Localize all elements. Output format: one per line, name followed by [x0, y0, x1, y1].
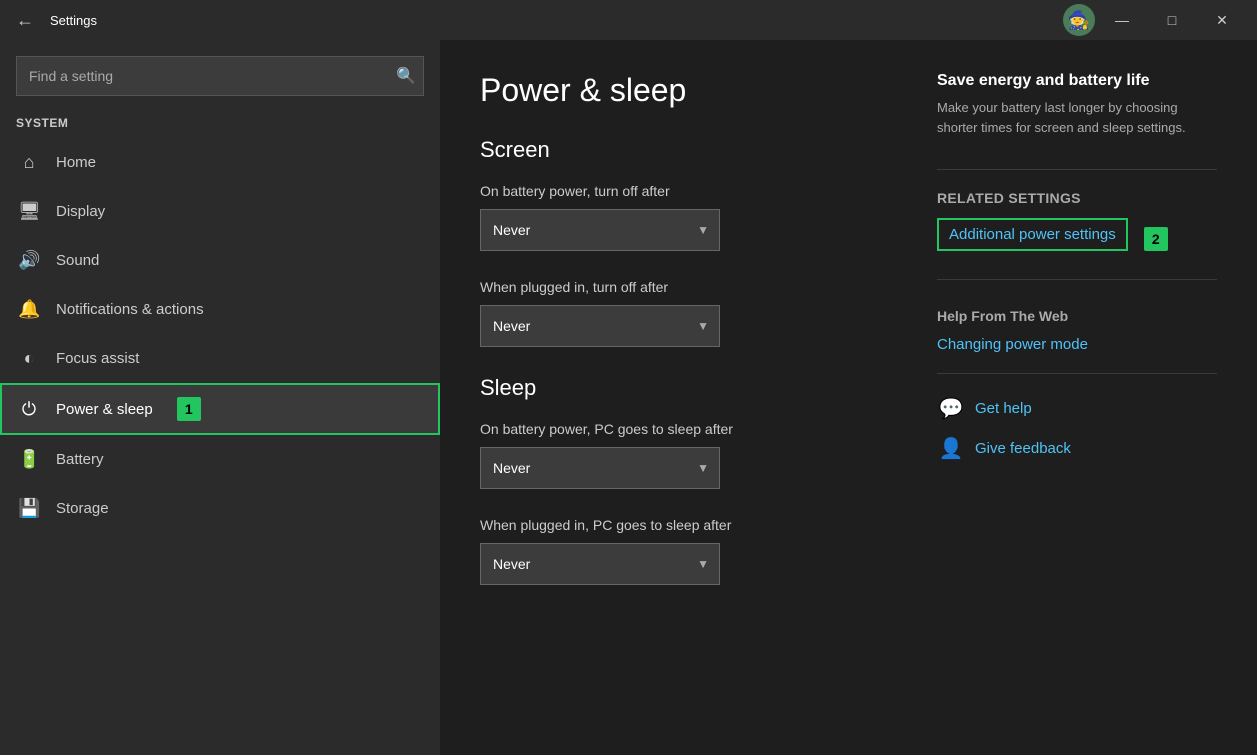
minimize-button[interactable]: — [1099, 0, 1145, 40]
sleep-plugged-dropdown[interactable]: Never 1 minute 5 minutes 10 minutes 15 m… [480, 543, 720, 585]
sidebar-item-sound-label: Sound [56, 252, 99, 269]
get-help-icon: 💬 [937, 394, 965, 422]
help-section: Help from the web Changing power mode [937, 308, 1217, 353]
power-icon: ⏻ [18, 399, 40, 420]
sidebar-section-label: System [0, 104, 440, 138]
info-box: Save energy and battery life Make your b… [937, 72, 1217, 137]
sidebar-item-home-label: Home [56, 154, 96, 171]
sidebar-item-sound[interactable]: 🔊 Sound [0, 236, 440, 285]
changing-power-mode-link[interactable]: Changing power mode [937, 336, 1217, 353]
sleep-battery-dropdown[interactable]: Never 1 minute 5 minutes 10 minutes 15 m… [480, 447, 720, 489]
sidebar-item-storage[interactable]: 💾 Storage [0, 484, 440, 533]
power-annotation-badge: 1 [177, 397, 201, 421]
sidebar-item-notifications-label: Notifications & actions [56, 301, 204, 318]
content-sidebar: Save energy and battery life Make your b… [937, 72, 1217, 723]
search-icon[interactable]: 🔍 [396, 66, 416, 86]
avatar: 🧙 [1063, 4, 1095, 36]
additional-power-settings-link[interactable]: Additional power settings [937, 218, 1128, 251]
screen-section-title: Screen [480, 137, 877, 163]
back-button[interactable]: ← [12, 6, 38, 35]
related-title: Related settings [937, 190, 1217, 206]
sleep-plugged-label: When plugged in, PC goes to sleep after [480, 517, 877, 533]
sleep-section-title: Sleep [480, 375, 877, 401]
give-feedback-link[interactable]: Give feedback [975, 440, 1071, 457]
notifications-icon: 🔔 [18, 299, 40, 320]
screen-plugged-label: When plugged in, turn off after [480, 279, 877, 295]
sidebar: 🔍 System ⌂ Home 🖥 Display 🔊 Sound 🔔 Noti… [0, 40, 440, 755]
sleep-battery-label: On battery power, PC goes to sleep after [480, 421, 877, 437]
sidebar-item-notifications[interactable]: 🔔 Notifications & actions [0, 285, 440, 334]
give-feedback-item[interactable]: 👤 Give feedback [937, 434, 1217, 462]
get-help-link[interactable]: Get help [975, 400, 1032, 417]
sleep-plugged-container: When plugged in, PC goes to sleep after … [480, 517, 877, 585]
sidebar-item-storage-label: Storage [56, 500, 109, 517]
related-settings: Related settings Additional power settin… [937, 190, 1217, 259]
screen-battery-select[interactable]: Never 1 minute 5 minutes 10 minutes 15 m… [481, 210, 719, 250]
get-help-item[interactable]: 💬 Get help [937, 394, 1217, 422]
additional-power-annotation-badge: 2 [1144, 227, 1168, 251]
divider-2 [937, 279, 1217, 280]
screen-battery-label: On battery power, turn off after [480, 183, 877, 199]
titlebar-title: Settings [50, 13, 97, 28]
search-input[interactable] [16, 56, 424, 96]
sidebar-search-container: 🔍 [16, 56, 424, 96]
titlebar-controls: 🧙 — □ ✕ [1063, 0, 1245, 40]
titlebar-left: ← Settings [12, 6, 97, 35]
screen-battery-container: On battery power, turn off after Never 1… [480, 183, 877, 251]
help-title: Help from the web [937, 308, 1217, 324]
sidebar-item-display-label: Display [56, 203, 105, 220]
sidebar-item-focus-label: Focus assist [56, 350, 139, 367]
screen-battery-dropdown[interactable]: Never 1 minute 5 minutes 10 minutes 15 m… [480, 209, 720, 251]
close-button[interactable]: ✕ [1199, 0, 1245, 40]
info-title: Save energy and battery life [937, 72, 1217, 90]
maximize-button[interactable]: □ [1149, 0, 1195, 40]
sleep-battery-container: On battery power, PC goes to sleep after… [480, 421, 877, 489]
sound-icon: 🔊 [18, 250, 40, 271]
sidebar-item-power-label: Power & sleep [56, 401, 153, 418]
sidebar-item-focus[interactable]: ◐ Focus assist [0, 334, 440, 383]
app-body: 🔍 System ⌂ Home 🖥 Display 🔊 Sound 🔔 Noti… [0, 40, 1257, 755]
home-icon: ⌂ [18, 152, 40, 173]
screen-plugged-select[interactable]: Never 1 minute 5 minutes 10 minutes 15 m… [481, 306, 719, 346]
sidebar-item-display[interactable]: 🖥 Display [0, 187, 440, 236]
content-main: Power & sleep Screen On battery power, t… [480, 72, 877, 723]
screen-plugged-container: When plugged in, turn off after Never 1 … [480, 279, 877, 347]
battery-icon: 🔋 [18, 449, 40, 470]
sidebar-item-battery-label: Battery [56, 451, 104, 468]
screen-plugged-dropdown[interactable]: Never 1 minute 5 minutes 10 minutes 15 m… [480, 305, 720, 347]
titlebar: ← Settings 🧙 — □ ✕ [0, 0, 1257, 40]
storage-icon: 💾 [18, 498, 40, 519]
give-feedback-icon: 👤 [937, 434, 965, 462]
sidebar-item-power[interactable]: ⏻ Power & sleep 1 [0, 383, 440, 435]
sidebar-item-battery[interactable]: 🔋 Battery [0, 435, 440, 484]
divider-1 [937, 169, 1217, 170]
info-text: Make your battery last longer by choosin… [937, 98, 1217, 137]
sidebar-item-home[interactable]: ⌂ Home [0, 138, 440, 187]
divider-3 [937, 373, 1217, 374]
display-icon: 🖥 [18, 201, 40, 222]
focus-icon: ◐ [18, 348, 40, 369]
page-title: Power & sleep [480, 72, 877, 109]
content-area: Power & sleep Screen On battery power, t… [440, 40, 1257, 755]
sleep-plugged-select[interactable]: Never 1 minute 5 minutes 10 minutes 15 m… [481, 544, 719, 584]
sleep-battery-select[interactable]: Never 1 minute 5 minutes 10 minutes 15 m… [481, 448, 719, 488]
